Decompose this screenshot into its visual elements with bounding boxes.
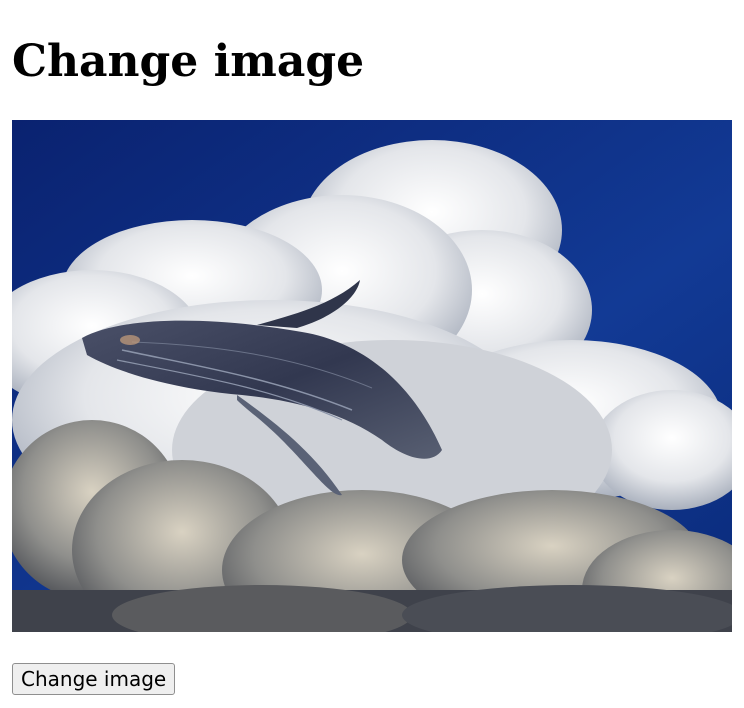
page-title: Change image xyxy=(12,36,365,87)
whale-clouds-image xyxy=(12,120,732,632)
page: Change image Change image xyxy=(0,0,744,708)
change-image-button[interactable]: Change image xyxy=(12,663,176,695)
